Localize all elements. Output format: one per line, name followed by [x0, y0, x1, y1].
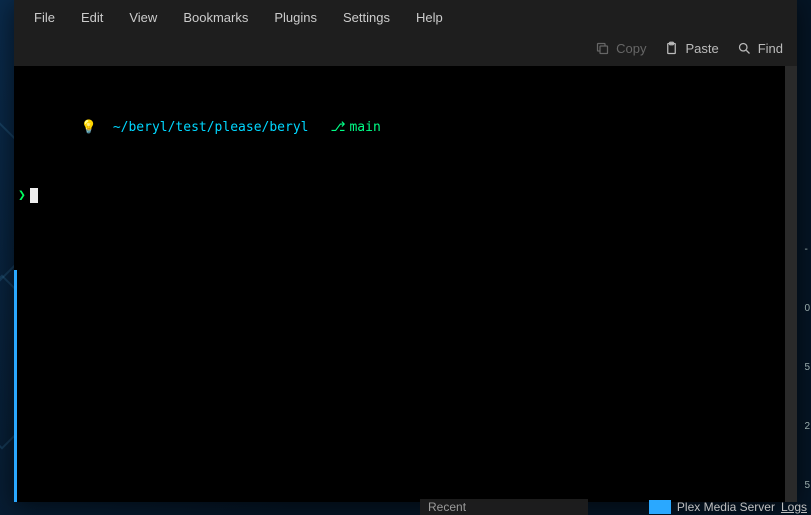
- window-left-accent: [14, 270, 17, 502]
- prompt-line: 💡~/beryl/test/please/beryl⎇main: [16, 102, 797, 153]
- terminal-cursor: [30, 188, 38, 203]
- search-icon: [737, 41, 752, 56]
- find-label: Find: [758, 41, 783, 56]
- prompt-arrow-icon: ❯: [18, 187, 26, 204]
- taskbar-fragment: Recent Plex Media Server Logs: [420, 499, 811, 515]
- menu-plugins[interactable]: Plugins: [264, 6, 327, 29]
- menu-help[interactable]: Help: [406, 6, 453, 29]
- menu-view[interactable]: View: [119, 6, 167, 29]
- terminal-content: 💡~/beryl/test/please/beryl⎇main ❯: [14, 66, 797, 238]
- menu-edit[interactable]: Edit: [71, 6, 113, 29]
- side-ruler: - 0 5 2 5: [803, 240, 811, 495]
- scrollbar[interactable]: [785, 66, 797, 502]
- taskbar-recent[interactable]: Recent: [420, 499, 588, 515]
- plex-label: Plex Media Server: [677, 500, 775, 514]
- ruler-tick: 5: [804, 362, 810, 373]
- plex-icon: [649, 500, 671, 514]
- copy-icon: [595, 41, 610, 56]
- ruler-tick: 2: [804, 421, 810, 432]
- taskbar-plex[interactable]: Plex Media Server Logs: [649, 500, 811, 514]
- find-button[interactable]: Find: [737, 41, 783, 56]
- recent-label: Recent: [428, 500, 466, 514]
- paste-button[interactable]: Paste: [664, 41, 718, 56]
- plex-logs-link[interactable]: Logs: [781, 500, 807, 514]
- menu-file[interactable]: File: [24, 6, 65, 29]
- prompt-segment-context: 💡: [79, 119, 101, 136]
- ruler-tick: -: [804, 244, 810, 255]
- copy-button[interactable]: Copy: [595, 41, 646, 56]
- prompt-segment-branch: ⎇main: [316, 119, 388, 136]
- toolbar: Copy Paste Find: [14, 35, 797, 66]
- terminal-viewport[interactable]: 💡~/beryl/test/please/beryl⎇main ❯: [14, 66, 797, 502]
- paste-label: Paste: [685, 41, 718, 56]
- prompt-segment-path: ~/beryl/test/please/beryl: [101, 119, 317, 136]
- menu-bar: File Edit View Bookmarks Plugins Setting…: [14, 0, 797, 35]
- ruler-tick: 5: [804, 480, 810, 491]
- lightbulb-icon: 💡: [81, 119, 97, 136]
- git-branch-icon: ⎇: [330, 119, 345, 136]
- menu-bookmarks[interactable]: Bookmarks: [173, 6, 258, 29]
- ruler-tick: 0: [804, 303, 810, 314]
- paste-icon: [664, 41, 679, 56]
- prompt-input-line[interactable]: ❯: [16, 187, 797, 204]
- copy-label: Copy: [616, 41, 646, 56]
- menu-settings[interactable]: Settings: [333, 6, 400, 29]
- git-branch-name: main: [349, 119, 380, 136]
- terminal-window: File Edit View Bookmarks Plugins Setting…: [14, 0, 797, 502]
